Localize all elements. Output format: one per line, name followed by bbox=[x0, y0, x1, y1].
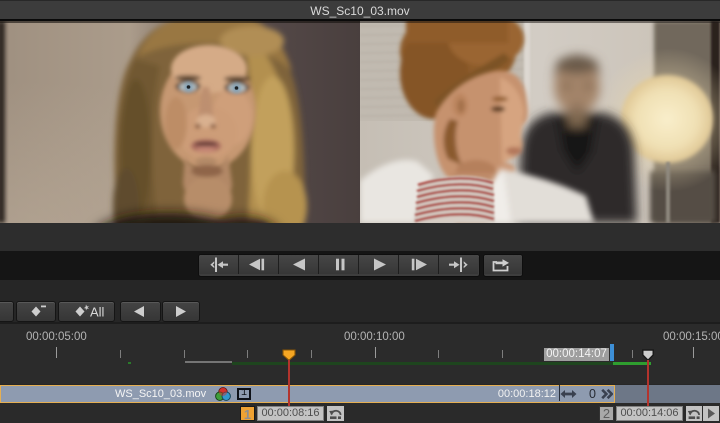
svg-text:All: All bbox=[90, 305, 105, 320]
